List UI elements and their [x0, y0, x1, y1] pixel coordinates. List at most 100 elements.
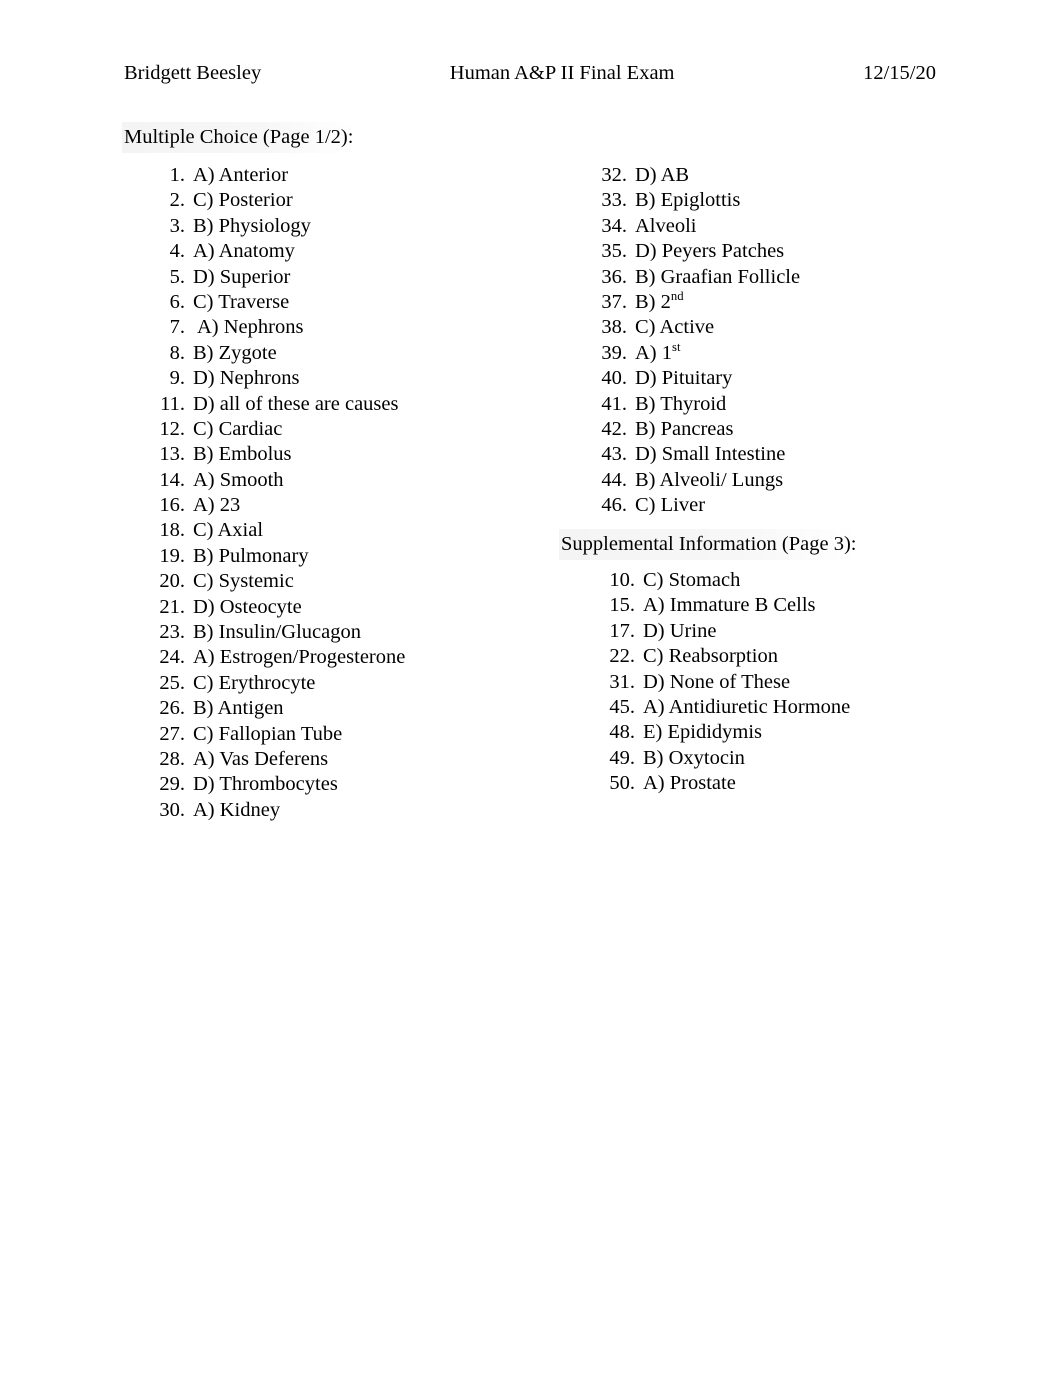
answer-item-number: 26. [159, 697, 185, 720]
answer-item-number: 24. [159, 646, 185, 669]
answer-item-text: A) Anterior [193, 164, 289, 186]
answer-item-number: 19. [159, 544, 185, 567]
answer-item: 37. B) 2nd [590, 290, 990, 315]
answer-item: 42. B) Pancreas [590, 417, 990, 442]
answer-item-text: A) Nephrons [193, 316, 304, 339]
answer-item-number: 33. [601, 189, 627, 212]
answer-item-text: D) Superior [193, 265, 291, 288]
answer-item-text: C) Stomach [643, 569, 741, 591]
answer-item-text: D) all of these are causes [193, 392, 399, 415]
answer-item-number: 3. [169, 214, 185, 237]
answer-item-number: 15. [609, 594, 635, 617]
answer-item-number: 14. [159, 468, 185, 491]
answer-item-text: A) Kidney [193, 798, 281, 821]
answer-item-text: A) Immature B Cells [643, 594, 816, 617]
document-header: Bridgett Beesley Human A&P II Final Exam… [124, 59, 936, 87]
answer-item: 9. D) Nephrons [148, 366, 548, 391]
answer-item-text: D) Nephrons [193, 367, 300, 390]
answer-item-text: B) Thyroid [635, 392, 727, 415]
answer-item-number: 38. [601, 316, 627, 339]
answer-item-number: 18. [159, 519, 185, 542]
answer-item: 18. C) Axial [148, 518, 548, 543]
answer-item-text: E) Epididymis [643, 721, 763, 744]
answer-item-text: C) Reabsorption [643, 645, 778, 668]
answer-item-text: A) Vas Deferens [193, 747, 329, 770]
answer-item: 38. C) Active [590, 315, 990, 340]
multiple-choice-section-heading: Multiple Choice (Page 1/2): [122, 122, 358, 153]
answer-item-text: D) AB [635, 164, 690, 186]
answer-item-number: 49. [609, 746, 635, 769]
answer-item: 22. C) Reabsorption [598, 644, 998, 669]
answer-item-text: A) Smooth [193, 468, 284, 491]
answer-item-number: 22. [609, 645, 635, 668]
answer-item-text: C) Liver [635, 494, 706, 517]
answer-list-left-column: 1. A) Anterior 2. C) Posterior 3. B) Physiolo… [148, 163, 548, 823]
answer-item: 48. E) Epididymis [598, 720, 998, 745]
answer-item-text: B) Pulmonary [193, 544, 309, 567]
answer-item: 26. B) Antigen [148, 696, 548, 721]
answer-item-number: 13. [159, 443, 185, 466]
answer-item-text: C) Erythrocyte [193, 671, 316, 694]
answer-item: 28. A) Vas Deferens [148, 747, 548, 772]
answer-item: 13. B) Embolus [148, 442, 548, 467]
answer-item-text: C) Cardiac [193, 417, 283, 440]
answer-item-number: 5. [169, 265, 185, 288]
answer-item: 34. Alveoli [590, 214, 990, 239]
answer-item-text: C) Active [635, 316, 715, 339]
answer-item-superscript: st [672, 339, 681, 354]
answer-item-number: 1. [169, 164, 185, 186]
answer-item-text: B) Insulin/Glucagon [193, 621, 361, 644]
answer-item: 5. D) Superior [148, 265, 548, 290]
answer-item: 17. D) Urine [598, 619, 998, 644]
answer-item: 27. C) Fallopian Tube [148, 722, 548, 747]
answer-item: 32. D) AB [590, 163, 990, 188]
answer-item: 25. C) Erythrocyte [148, 671, 548, 696]
answer-item-text: A) 1st [635, 339, 681, 364]
answer-item: 14. A) Smooth [148, 468, 548, 493]
answer-item-text: A) Estrogen/Progesterone [193, 646, 406, 669]
answer-item: 43. D) Small Intestine [590, 442, 990, 467]
answer-item-number: 43. [601, 443, 627, 466]
answer-item-text: A) 23 [193, 494, 241, 517]
answer-item-text: B) 2nd [635, 289, 684, 313]
answer-item-superscript: nd [670, 289, 684, 304]
answer-item-text: B) Oxytocin [643, 746, 745, 769]
answer-item: 35. D) Peyers Patches [590, 239, 990, 264]
answer-item-text: A) Anatomy [193, 240, 295, 263]
answer-item: 1. A) Anterior [148, 163, 548, 188]
answer-item-number: 21. [159, 595, 185, 618]
answer-item-text: B) Alveoli/ Lungs [635, 468, 784, 491]
answer-item-number: 6. [169, 290, 185, 313]
answer-item: 40. D) Pituitary [590, 366, 990, 391]
answer-item-number: 44. [601, 468, 627, 491]
answer-item: 8. B) Zygote [148, 341, 548, 366]
answer-item: 15. A) Immature B Cells [598, 593, 998, 618]
answer-item: 6. C) Traverse [148, 290, 548, 315]
answer-item-text: D) Thrombocytes [193, 773, 338, 796]
answer-item-text: B) Graafian Follicle [635, 265, 801, 288]
answer-item: 33. B) Epiglottis [590, 188, 990, 213]
answer-item: 7. A) Nephrons [148, 315, 548, 340]
answer-item-number: 29. [159, 773, 185, 796]
answer-item-number: 11. [160, 392, 185, 415]
answer-item-text: B) Zygote [193, 341, 277, 364]
answer-item-number: 40. [601, 367, 627, 390]
header-document-title: Human A&P II Final Exam [449, 62, 675, 84]
answer-item-text: Alveoli [635, 214, 697, 237]
answer-item-number: 20. [159, 570, 185, 593]
answer-item: 31. D) None of These [598, 670, 998, 695]
answer-item-number: 45. [609, 695, 635, 718]
answer-item: 3. B) Physiology [148, 214, 548, 239]
answer-item-text: D) Pituitary [635, 367, 733, 390]
answer-item-text: D) Peyers Patches [635, 240, 785, 263]
answer-item-text: D) Osteocyte [193, 595, 302, 618]
answer-item-number: 8. [169, 341, 185, 364]
answer-item-number: 10. [609, 569, 635, 591]
answer-item: 16. A) 23 [148, 493, 548, 518]
answer-item: 29. D) Thrombocytes [148, 772, 548, 797]
answer-item-text: A) Antidiuretic Hormone [643, 695, 851, 718]
answer-item-text: B) Embolus [193, 443, 292, 466]
answer-item-text: D) Urine [643, 619, 717, 642]
answer-item-number: 32. [601, 164, 627, 186]
answer-list-right-column: 32. D) AB 33. B) Epiglottis 34. Alveoli 35. D) … [590, 163, 990, 518]
